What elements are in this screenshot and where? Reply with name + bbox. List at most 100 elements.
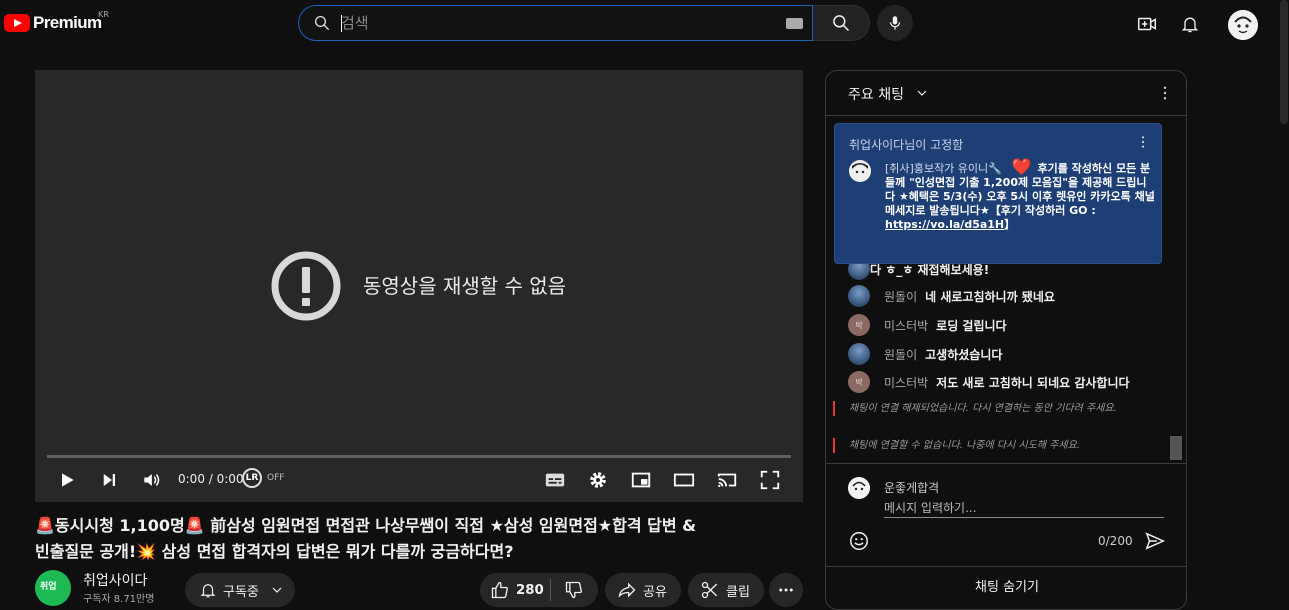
current-user-avatar [848, 477, 870, 499]
like-count: 280 [516, 582, 544, 598]
chat-mode-selector[interactable]: 주요 채팅 [848, 84, 904, 104]
time-display: 0:00 / 0:00 [178, 472, 244, 486]
create-button[interactable] [1135, 12, 1159, 36]
share-label: 공유 [643, 584, 667, 600]
microphone-icon [889, 16, 901, 30]
language-reactor-toggle[interactable]: LR OFF [242, 468, 290, 490]
search-input[interactable] [341, 10, 771, 36]
theater-mode-button[interactable] [670, 466, 698, 494]
language-reactor-state: OFF [267, 473, 285, 483]
chat-message: 원돌이 네 새로고침하니까 됐네요 [848, 284, 1055, 308]
volume-icon [144, 474, 160, 486]
hide-chat-button[interactable]: 채팅 숨기기 [826, 567, 1186, 603]
pinned-message-link[interactable]: https://vo.la/d5a1H [885, 218, 1004, 231]
live-chat-panel: 주요 채팅 다 ㅎ_ㅎ 재접해보세용! 원돌이 네 새로고침하니까 됐네요 박 … [825, 70, 1187, 610]
chat-message-text: 고생하셨습니다 [925, 347, 1003, 362]
pinned-message-end: 】 [1004, 218, 1016, 231]
skip-next-icon [103, 474, 115, 486]
create-video-icon [1138, 17, 1156, 31]
pinned-author-avatar[interactable] [849, 160, 871, 182]
chat-author[interactable]: 원돌이 [884, 288, 917, 305]
chat-author[interactable]: 원돌이 [884, 346, 917, 363]
chat-scrollbar-thumb[interactable] [1170, 436, 1182, 460]
avatar-face-icon [849, 160, 871, 182]
language-reactor-icon: LR [242, 468, 262, 488]
mute-button[interactable] [139, 466, 163, 494]
subtitles-icon [545, 473, 565, 487]
brand-text: Premium [33, 13, 102, 32]
clip-label: 클립 [726, 584, 750, 600]
chat-input-area: 운좋게합격 0/200 [826, 463, 1186, 566]
chat-system-message: 채팅이 연결 해제되었습니다. 다시 연결하는 동안 기다려 주세요. [833, 401, 1163, 416]
pinned-by-label: 취업사이다님이 고정함 [849, 138, 964, 152]
fullscreen-button[interactable] [756, 466, 784, 494]
more-vertical-icon [1141, 136, 1145, 148]
chat-message: 박 미스터박 로딩 걸립니다 [848, 313, 1007, 337]
gear-icon [590, 472, 606, 488]
cast-icon [717, 473, 737, 488]
theater-mode-icon [673, 473, 695, 487]
thumbs-up-icon [491, 581, 508, 599]
pinned-author[interactable]: [취사]홍보작가 유이니🔧 [885, 162, 1002, 175]
chat-message-text: 저도 새로 고침하니 되네요 감사합니다 [936, 375, 1130, 390]
emoji-button[interactable] [848, 530, 870, 556]
chat-message-text: 로딩 걸립니다 [936, 318, 1007, 333]
pinned-more-button[interactable] [1135, 134, 1151, 154]
chat-author[interactable]: 미스터박 [884, 374, 928, 391]
play-button[interactable] [55, 466, 79, 494]
more-horizontal-icon [779, 588, 793, 592]
notifications-button[interactable] [1178, 12, 1202, 36]
search-box [298, 5, 813, 41]
chat-more-button[interactable] [1156, 84, 1174, 106]
chat-header: 주요 채팅 [826, 71, 1186, 116]
youtube-play-logo-icon [4, 14, 30, 32]
fullscreen-icon [760, 470, 780, 490]
chat-message: 박 미스터박 저도 새로 고침하니 되네요 감사합니다 [848, 370, 1130, 394]
search-icon [833, 15, 850, 32]
miniplayer-button[interactable] [627, 466, 655, 494]
more-vertical-icon [1163, 86, 1167, 100]
chat-message-input[interactable] [884, 498, 1164, 518]
emoji-icon [850, 532, 868, 550]
channel-avatar-text: 취업 [40, 582, 57, 592]
heart-emoji: ❤️ [1011, 157, 1032, 176]
chat-avatar[interactable]: 박 [848, 371, 870, 393]
error-icon [271, 251, 341, 321]
voice-search-button[interactable] [877, 5, 913, 41]
account-avatar[interactable] [1228, 10, 1258, 40]
channel-avatar[interactable]: 취업 [35, 570, 71, 606]
chevron-down-icon[interactable] [914, 85, 930, 101]
chat-message: 원돌이 고생하셨습니다 [848, 342, 1002, 366]
chevron-down-icon [272, 587, 282, 593]
chat-avatar[interactable]: 박 [848, 314, 870, 336]
subtitles-button[interactable] [541, 466, 569, 494]
page-scrollbar[interactable] [1277, 0, 1289, 602]
video-title-line-1: 🚨동시시청 1,100명🚨 前삼성 임원면접 면접관 나상무쌤이 직접 ★삼성 … [35, 516, 697, 535]
current-user-name: 운좋게합격 [884, 481, 940, 495]
chat-footer: 채팅 숨기기 [826, 566, 1186, 609]
cast-button[interactable] [713, 466, 741, 494]
play-icon [62, 473, 74, 487]
character-counter: 0/200 [1098, 534, 1133, 548]
next-button[interactable] [97, 466, 121, 494]
search-button[interactable] [813, 5, 870, 41]
thumbs-down-icon [565, 581, 582, 599]
progress-bar[interactable] [47, 455, 791, 458]
subscribed-label: 구독중 [223, 584, 259, 600]
settings-button[interactable] [584, 466, 612, 494]
miniplayer-icon [631, 472, 651, 488]
chat-message-text: 네 새로고침하니까 됐네요 [925, 289, 1055, 304]
youtube-premium-logo[interactable]: Premium KR [4, 10, 109, 36]
chat-avatar[interactable] [848, 285, 870, 307]
text-caret [341, 15, 342, 32]
chat-avatar[interactable] [848, 343, 870, 365]
avatar-face-icon [1228, 10, 1258, 40]
keyboard-icon[interactable] [786, 18, 803, 29]
video-player[interactable]: 동영상을 재생할 수 없음 0:00 / 0:00 LR OFF [35, 70, 803, 502]
send-button[interactable] [1144, 530, 1166, 556]
chat-author[interactable]: 미스터박 [884, 317, 928, 334]
page-scrollbar-thumb[interactable] [1280, 0, 1288, 124]
send-icon [1145, 532, 1166, 550]
channel-name[interactable]: 취업사이다 [83, 570, 147, 590]
video-title: 🚨동시시청 1,100명🚨 前삼성 임원면접 면접관 나상무쌤이 직접 ★삼성 … [35, 513, 803, 565]
